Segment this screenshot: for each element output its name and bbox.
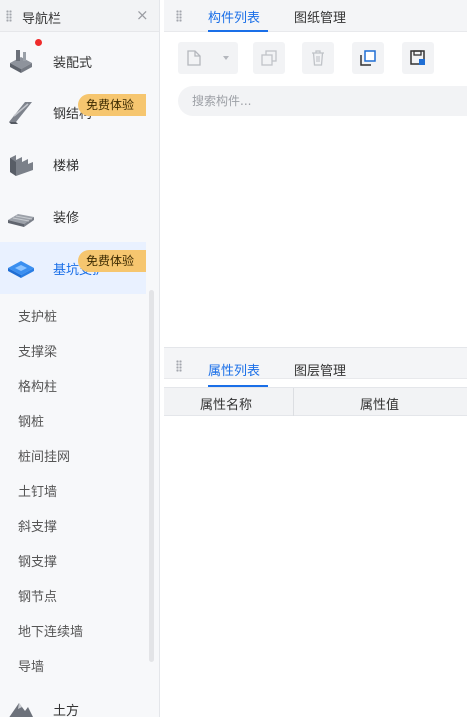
close-icon[interactable]: × [136, 6, 149, 24]
nav-header: 导航栏 × [0, 0, 159, 32]
copy-button[interactable] [253, 42, 285, 74]
free-trial-badge[interactable]: 免费体验 [78, 94, 146, 116]
drag-handle-icon[interactable] [6, 10, 12, 22]
tab-layer-management[interactable]: 图层管理 [294, 360, 346, 379]
category-label: 楼梯 [53, 159, 80, 174]
sub-item-diaphragm-wall[interactable]: 地下连续墙 [18, 621, 83, 640]
category-label: 装配式 [53, 56, 93, 71]
notification-dot [35, 39, 42, 46]
component-list-panel: 构件列表 图纸管理 [164, 0, 467, 343]
sub-item-soil-nail-wall[interactable]: 土钉墙 [18, 481, 57, 500]
sub-item-steel-pile[interactable]: 钢桩 [18, 411, 44, 430]
chevron-down-icon[interactable] [222, 54, 230, 62]
nav-title: 导航栏 [22, 12, 62, 27]
category-stairs[interactable]: 楼梯 [0, 138, 146, 190]
category-label: 装修 [53, 211, 80, 226]
category-steel[interactable]: 钢结构 免费体验 [0, 86, 146, 138]
column-header-property-value[interactable]: 属性值 [360, 394, 399, 413]
earthwork-mountain-icon [9, 703, 33, 717]
sub-item-support-beam[interactable]: 支撑梁 [18, 341, 57, 360]
new-component-button[interactable] [178, 42, 238, 74]
sub-item-lattice-column[interactable]: 格构柱 [18, 376, 57, 395]
duplicate-layer-icon [360, 50, 376, 66]
sub-item-guide-wall[interactable]: 导墙 [18, 656, 44, 675]
category-earthwork[interactable]: 土方 [0, 683, 146, 717]
delete-icon [312, 50, 324, 66]
nav-scrollbar[interactable] [149, 290, 154, 662]
stairs-icon [10, 155, 33, 176]
category-foundation-pit[interactable]: 基坑支护 免费体验 [0, 242, 146, 294]
column-header-property-name[interactable]: 属性名称 [200, 394, 252, 413]
drag-handle-icon[interactable] [176, 360, 182, 372]
bottom-tabbar: 属性列表 图层管理 [164, 347, 467, 379]
delete-button[interactable] [302, 42, 334, 74]
active-tab-indicator [208, 30, 268, 32]
sub-item-steel-node[interactable]: 钢节点 [18, 586, 57, 605]
sub-item-diagonal-brace[interactable]: 斜支撑 [18, 516, 57, 535]
property-list-panel: 属性列表 图层管理 属性名称 属性值 [164, 347, 467, 717]
sub-item-steel-brace[interactable]: 钢支撑 [18, 551, 57, 570]
navigation-panel: 导航栏 × 装配式 钢结构 免费体验 楼梯 装修 基坑支护 免费体验 支护桩 支… [0, 0, 160, 717]
free-trial-badge[interactable]: 免费体验 [78, 250, 146, 272]
new-component-icon [187, 50, 201, 66]
category-label: 土方 [53, 704, 80, 717]
top-tabbar: 构件列表 图纸管理 [164, 0, 467, 32]
sub-item-pile-mesh[interactable]: 桩间挂网 [18, 446, 70, 465]
duplicate-button[interactable] [352, 42, 384, 74]
sub-item-support-pile[interactable]: 支护桩 [18, 306, 57, 325]
prefab-component-icon [10, 50, 32, 73]
tab-property-list[interactable]: 属性列表 [208, 360, 260, 379]
tab-component-list[interactable]: 构件列表 [208, 7, 260, 26]
save-template-button[interactable] [402, 42, 434, 74]
steel-beam-icon [9, 102, 32, 124]
search-input[interactable] [178, 86, 467, 116]
property-table-header: 属性名称 属性值 [164, 387, 467, 416]
tab-drawing-management[interactable]: 图纸管理 [294, 7, 346, 26]
foundation-pit-icon [8, 261, 34, 278]
category-decoration[interactable]: 装修 [0, 190, 146, 242]
category-prefab[interactable]: 装配式 [0, 35, 146, 87]
drag-handle-icon[interactable] [176, 10, 182, 22]
decoration-floor-icon [8, 214, 34, 227]
copy-icon [261, 50, 277, 66]
save-template-icon [410, 50, 425, 65]
column-divider[interactable] [293, 388, 294, 416]
